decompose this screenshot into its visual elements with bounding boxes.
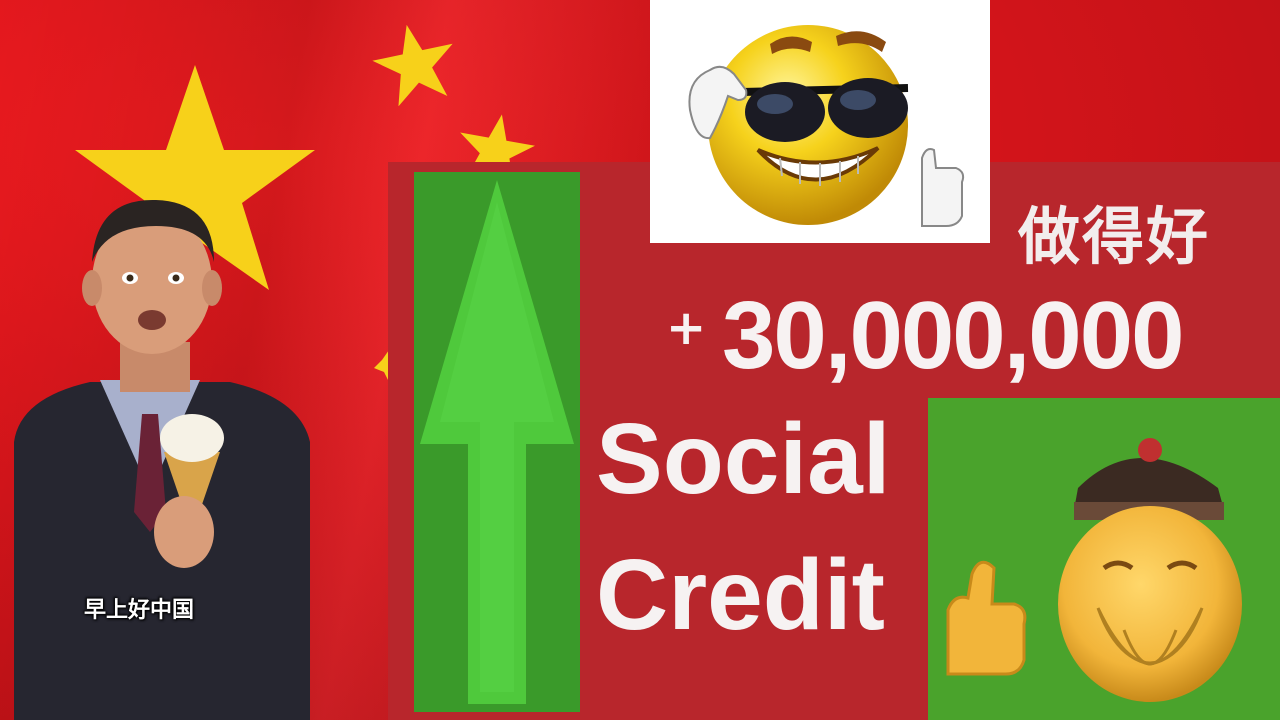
credit-label: Credit — [596, 539, 885, 651]
plus-sign: + — [666, 300, 707, 356]
up-arrow-icon — [420, 180, 574, 704]
credit-amount-group: + 30,000,000 — [666, 286, 1266, 386]
social-label: Social — [596, 403, 891, 515]
man-caption: 早上好中国 — [84, 598, 195, 623]
small-star-1-icon — [372, 24, 453, 106]
chinese-elder-emoji-icon — [946, 438, 1242, 702]
man-with-ice-cream-image — [14, 199, 310, 720]
credit-amount: 30,000,000 — [722, 282, 1184, 389]
title-chinese-text: 做得好 — [1018, 200, 1211, 273]
cool-smiley-icon — [688, 25, 965, 227]
